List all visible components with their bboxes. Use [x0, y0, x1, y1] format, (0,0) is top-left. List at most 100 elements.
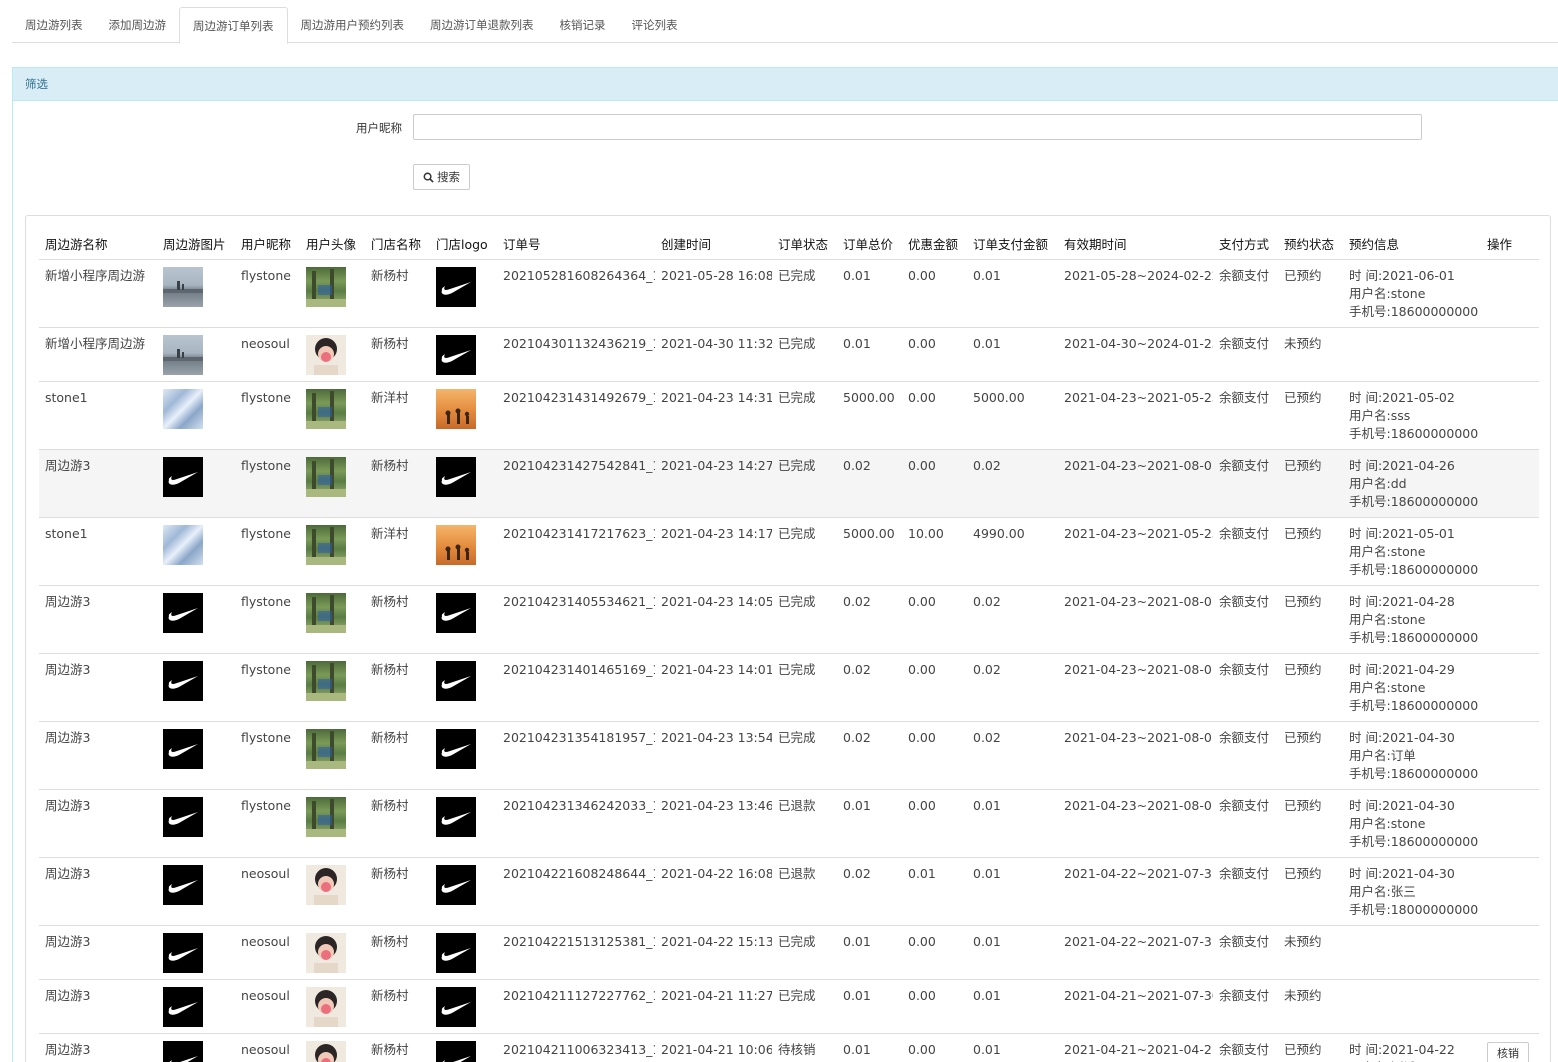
- booking-info-line: 时 间:2021-04-29: [1349, 661, 1455, 677]
- discount-amount: 0.00: [902, 259, 967, 328]
- order-number: 202104211006323413_1: [497, 1033, 655, 1062]
- nickname-label: 用户昵称: [356, 121, 402, 135]
- tab-1[interactable]: 添加周边游: [96, 7, 180, 43]
- order-number: 202104231346242033_1: [497, 789, 655, 858]
- user-avatar-cell: [300, 517, 365, 586]
- booking-info: 时 间:2021-04-30 用户名:订单 手机号:18600000000: [1343, 721, 1481, 790]
- order-status: 已完成: [772, 721, 837, 790]
- operation-cell: [1481, 585, 1539, 654]
- table-row[interactable]: 周边游3 neosoul 新杨村 202104211006323413_1 2021-0…: [39, 1033, 1539, 1062]
- pay-method: 余额支付: [1213, 857, 1278, 926]
- tab-4[interactable]: 周边游订单退款列表: [417, 7, 547, 43]
- pay-method: 余额支付: [1213, 653, 1278, 722]
- booking-info-line: 手机号:18600000000: [1349, 765, 1479, 781]
- user-nickname: flystone: [235, 259, 300, 328]
- table-row[interactable]: stone1 flystone 新洋村 202104231417217623_1 202…: [39, 517, 1539, 586]
- store-logo-cell: [430, 259, 497, 328]
- table-row[interactable]: 周边游3 flystone 新杨村 202104231401465169_1 2021-…: [39, 653, 1539, 722]
- store-logo: [436, 932, 476, 973]
- table-row[interactable]: 周边游3 flystone 新杨村 202104231405534621_1 2021-…: [39, 585, 1539, 654]
- order-number: 202105281608264364_1: [497, 259, 655, 328]
- tab-6[interactable]: 评论列表: [619, 7, 691, 43]
- table-row[interactable]: 新增小程序周边游 neosoul 新杨村 202104301132436219_1 20…: [39, 327, 1539, 382]
- store-name: 新杨村: [365, 327, 430, 382]
- paid-amount: 0.02: [967, 653, 1058, 722]
- discount-amount: 0.00: [902, 327, 967, 382]
- order-number: 202104211127227762_1: [497, 979, 655, 1034]
- table-row[interactable]: stone1 flystone 新洋村 202104231431492679_1 202…: [39, 381, 1539, 450]
- operation-cell: [1481, 925, 1539, 980]
- table-row[interactable]: 周边游3 flystone 新杨村 202104231354181957_1 2021-…: [39, 721, 1539, 790]
- pay-method: 余额支付: [1213, 259, 1278, 328]
- store-name: 新洋村: [365, 381, 430, 450]
- tab-0[interactable]: 周边游列表: [12, 7, 96, 43]
- user-avatar-cell: [300, 1033, 365, 1062]
- store-logo: [436, 266, 476, 307]
- search-button[interactable]: 搜索: [413, 164, 470, 190]
- tour-name: stone1: [39, 517, 157, 586]
- tour-name: 周边游3: [39, 449, 157, 518]
- table-row[interactable]: 周边游3 flystone 新杨村 202104231346242033_1 2021-…: [39, 789, 1539, 858]
- tour-image: [163, 524, 203, 565]
- booking-info-line: 时 间:2021-06-01: [1349, 267, 1455, 283]
- table-row[interactable]: 周边游3 flystone 新杨村 202104231427542841_1 2021-…: [39, 449, 1539, 518]
- table-row[interactable]: 周边游3 neosoul 新杨村 202104221513125381_1 2021-0…: [39, 925, 1539, 980]
- order-status: 已完成: [772, 259, 837, 328]
- tab-5[interactable]: 核销记录: [547, 7, 619, 43]
- valid-period: 2021-04-23~2021-08-01: [1058, 721, 1213, 790]
- user-avatar: [306, 864, 346, 905]
- booking-status: 已预约: [1278, 449, 1343, 518]
- created-time: 2021-04-21 10:06: [655, 1033, 772, 1062]
- column-header: 订单号: [497, 228, 655, 260]
- store-logo: [436, 1040, 476, 1062]
- user-avatar: [306, 796, 346, 837]
- created-time: 2021-04-23 13:46: [655, 789, 772, 858]
- tour-image-cell: [157, 259, 235, 328]
- store-logo: [436, 728, 476, 769]
- tab-2[interactable]: 周边游订单列表: [179, 7, 288, 44]
- table-row[interactable]: 新增小程序周边游 flystone 新杨村 202105281608264364_1 2…: [39, 259, 1539, 328]
- paid-amount: 0.01: [967, 979, 1058, 1034]
- tour-name: stone1: [39, 381, 157, 450]
- store-logo-cell: [430, 1033, 497, 1062]
- tour-image: [163, 932, 203, 973]
- operation-cell: [1481, 449, 1539, 518]
- user-avatar-cell: [300, 327, 365, 382]
- created-time: 2021-04-23 14:27: [655, 449, 772, 518]
- nickname-input[interactable]: [413, 114, 1422, 140]
- booking-info: 时 间:2021-05-01 用户名:stone 手机号:18600000000: [1343, 517, 1481, 586]
- user-avatar: [306, 1040, 346, 1062]
- booking-info-line: 手机号:18600000000: [1349, 303, 1479, 319]
- table-row[interactable]: 周边游3 neosoul 新杨村 202104211127227762_1 2021-0…: [39, 979, 1539, 1034]
- user-avatar-cell: [300, 721, 365, 790]
- verify-button[interactable]: 核销: [1487, 1041, 1529, 1062]
- tour-image-cell: [157, 381, 235, 450]
- order-total: 0.01: [837, 327, 902, 382]
- user-nickname: flystone: [235, 449, 300, 518]
- paid-amount: 0.01: [967, 1033, 1058, 1062]
- table-row[interactable]: 周边游3 neosoul 新杨村 202104221608248644_1 2021-0…: [39, 857, 1539, 926]
- order-status: 已完成: [772, 979, 837, 1034]
- order-total: 0.02: [837, 449, 902, 518]
- user-avatar: [306, 388, 346, 429]
- tour-image-cell: [157, 721, 235, 790]
- user-nickname: flystone: [235, 517, 300, 586]
- tour-image: [163, 456, 203, 497]
- booking-info: 时 间:2021-05-02 用户名:sss 手机号:18600000000: [1343, 381, 1481, 450]
- booking-info-line: 用户名:stone: [1349, 815, 1426, 831]
- booking-info-line: 用户名:stone: [1349, 543, 1426, 559]
- user-avatar-cell: [300, 381, 365, 450]
- tour-name: 周边游3: [39, 789, 157, 858]
- order-total: 0.01: [837, 789, 902, 858]
- store-logo: [436, 456, 476, 497]
- tour-name: 周边游3: [39, 925, 157, 980]
- booking-info-line: 时 间:2021-05-02: [1349, 389, 1455, 405]
- store-logo: [436, 334, 476, 375]
- booking-info-line: 时 间:2021-04-26: [1349, 457, 1455, 473]
- created-time: 2021-05-28 16:08: [655, 259, 772, 328]
- user-nickname: flystone: [235, 721, 300, 790]
- column-header: 周边游图片: [157, 228, 235, 260]
- tab-3[interactable]: 周边游用户预约列表: [288, 7, 418, 43]
- order-table-panel: 周边游名称 周边游图片 用户昵称 用户头像 门店名称 门店logo 订单号 创建时间 订单状态订…: [25, 215, 1551, 1062]
- user-nickname: neosoul: [235, 857, 300, 926]
